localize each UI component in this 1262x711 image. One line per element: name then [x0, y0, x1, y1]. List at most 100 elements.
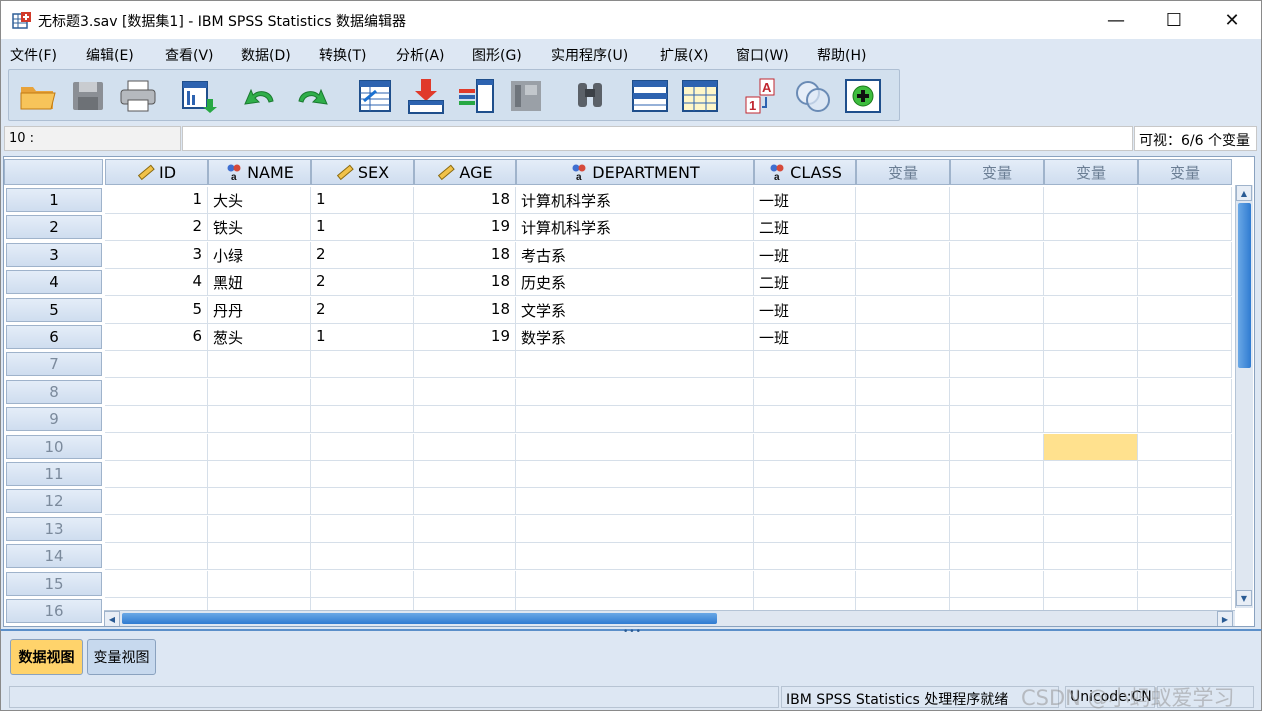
data-cell[interactable]: 5 [105, 296, 208, 324]
data-cell[interactable] [1044, 543, 1138, 571]
data-cell[interactable] [1138, 543, 1232, 571]
data-cell[interactable] [1138, 515, 1232, 543]
maximize-button[interactable]: ☐ [1145, 1, 1203, 40]
data-cell[interactable] [414, 570, 516, 598]
scroll-right-icon[interactable]: ▶ [1217, 611, 1233, 626]
data-cell[interactable]: 葱头 [208, 324, 311, 351]
data-cell[interactable] [311, 406, 414, 434]
data-cell[interactable] [311, 570, 414, 598]
data-cell[interactable] [1138, 406, 1232, 434]
data-cell[interactable] [516, 461, 754, 488]
data-cell[interactable] [856, 461, 950, 488]
data-cell[interactable] [1138, 324, 1232, 351]
data-cell[interactable] [208, 378, 311, 406]
data-cell[interactable]: 一班 [754, 324, 856, 351]
data-cell[interactable] [516, 378, 754, 406]
data-cell[interactable] [311, 461, 414, 488]
data-cell[interactable] [105, 433, 208, 461]
menu-file[interactable]: 文件(F) [10, 45, 57, 65]
data-cell[interactable] [754, 488, 856, 516]
goto-variable-icon[interactable] [405, 77, 447, 115]
data-cell[interactable]: 18 [414, 269, 516, 297]
data-cell[interactable] [1044, 269, 1138, 297]
cell-editor-input[interactable] [182, 126, 1133, 151]
data-cell[interactable] [950, 187, 1044, 214]
data-cell[interactable] [950, 433, 1044, 461]
data-cell[interactable] [856, 269, 950, 297]
data-cell[interactable] [311, 488, 414, 516]
column-header-empty[interactable]: 变量 [1044, 159, 1138, 185]
data-cell[interactable] [950, 351, 1044, 379]
data-cell[interactable] [754, 515, 856, 543]
data-cell[interactable]: 丹丹 [208, 296, 311, 324]
save-icon[interactable] [67, 77, 109, 115]
data-cell[interactable]: 18 [414, 187, 516, 214]
data-cell[interactable]: 2 [311, 269, 414, 297]
data-cell[interactable] [856, 378, 950, 406]
data-cell[interactable] [754, 378, 856, 406]
data-cell[interactable] [754, 351, 856, 379]
data-cell[interactable] [856, 187, 950, 214]
data-cell[interactable] [414, 488, 516, 516]
data-cell[interactable] [1044, 351, 1138, 379]
row-header[interactable]: 3 [6, 242, 102, 267]
open-folder-icon[interactable] [17, 77, 59, 115]
column-header[interactable]: SEX [311, 159, 414, 185]
data-cell[interactable] [1138, 461, 1232, 488]
data-cell[interactable] [950, 378, 1044, 406]
row-header[interactable]: 7 [6, 352, 102, 377]
data-cell[interactable] [950, 406, 1044, 434]
menu-view[interactable]: 查看(V) [165, 45, 214, 65]
data-cell[interactable] [856, 570, 950, 598]
selected-cell[interactable] [1044, 433, 1138, 461]
scroll-left-icon[interactable]: ◀ [104, 611, 120, 626]
row-header[interactable]: 11 [6, 462, 102, 486]
menu-help[interactable]: 帮助(H) [817, 45, 866, 65]
data-cell[interactable]: 一班 [754, 241, 856, 269]
data-cell[interactable]: 2 [105, 214, 208, 242]
data-cell[interactable] [311, 351, 414, 379]
data-cell[interactable] [208, 570, 311, 598]
data-cell[interactable] [754, 461, 856, 488]
data-cell[interactable] [208, 351, 311, 379]
menu-extensions[interactable]: 扩展(X) [660, 45, 709, 65]
data-cell[interactable] [414, 378, 516, 406]
row-header[interactable]: 13 [6, 516, 102, 541]
insert-cases-icon[interactable] [629, 77, 671, 115]
data-cell[interactable] [1138, 187, 1232, 214]
data-cell[interactable] [414, 543, 516, 571]
data-cell[interactable] [950, 543, 1044, 571]
data-cell[interactable]: 1 [105, 187, 208, 214]
data-cell[interactable] [1138, 570, 1232, 598]
row-header[interactable]: 1 [6, 188, 102, 212]
data-cell[interactable]: 2 [311, 296, 414, 324]
data-cell[interactable]: 1 [311, 187, 414, 214]
data-cell[interactable] [1138, 241, 1232, 269]
data-cell[interactable]: 18 [414, 241, 516, 269]
data-cell[interactable] [105, 461, 208, 488]
data-cell[interactable]: 数学系 [516, 324, 754, 351]
data-cell[interactable]: 文学系 [516, 296, 754, 324]
data-cell[interactable] [516, 406, 754, 434]
data-cell[interactable] [1138, 351, 1232, 379]
row-header[interactable]: 6 [6, 325, 102, 349]
splitter-handle-icon[interactable]: ••• [623, 627, 642, 637]
column-header[interactable]: a NAME [208, 159, 311, 185]
row-header[interactable]: 8 [6, 379, 102, 404]
row-header[interactable]: 2 [6, 215, 102, 240]
data-cell[interactable] [1044, 570, 1138, 598]
column-header[interactable]: ID [105, 159, 208, 185]
vertical-scroll-thumb[interactable] [1238, 203, 1251, 368]
data-cell[interactable] [208, 488, 311, 516]
data-cell[interactable] [1138, 488, 1232, 516]
data-cell[interactable]: 黑妞 [208, 269, 311, 297]
data-cell[interactable]: 19 [414, 324, 516, 351]
data-cell[interactable] [1044, 488, 1138, 516]
data-cell[interactable] [208, 461, 311, 488]
menu-graphs[interactable]: 图形(G) [472, 45, 522, 65]
data-cell[interactable] [950, 296, 1044, 324]
data-cell[interactable]: 铁头 [208, 214, 311, 242]
data-cell[interactable]: 计算机科学系 [516, 214, 754, 242]
data-cell[interactable] [1044, 461, 1138, 488]
column-header[interactable]: AGE [414, 159, 516, 185]
